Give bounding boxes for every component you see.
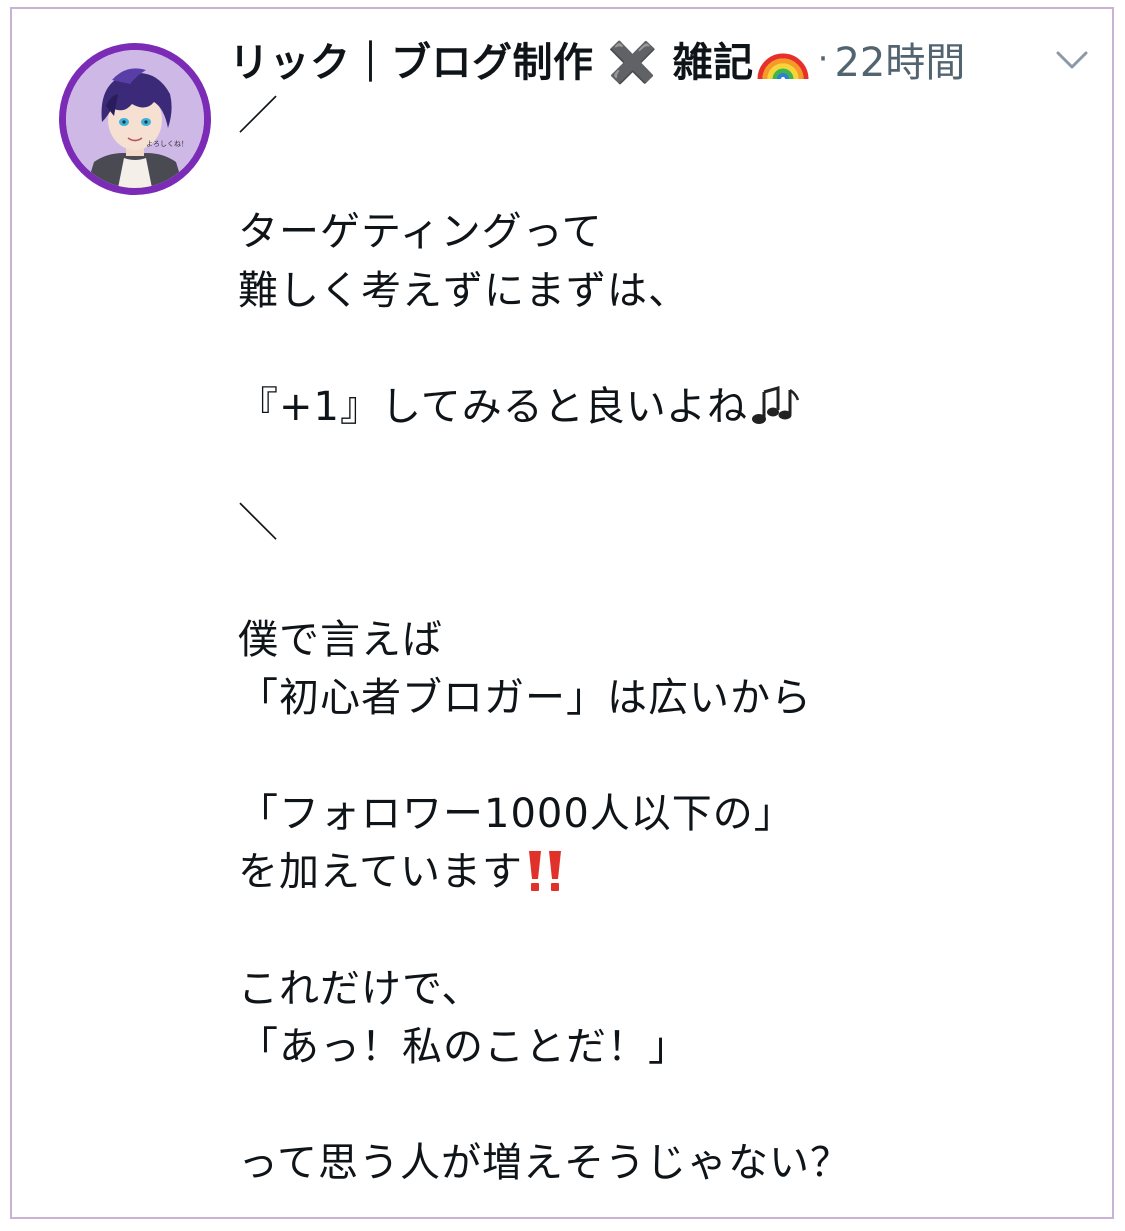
text-line: ＼: [238, 500, 279, 547]
text-line-with-emoji: を加えています: [238, 843, 1098, 901]
text-segment: を加えています: [238, 849, 523, 896]
text-line: 「初心者ブロガー」は広いから: [238, 674, 812, 721]
text-line: って思う人が増えそうじゃない？: [238, 1140, 851, 1187]
timestamp[interactable]: 22時間: [834, 30, 965, 88]
chevron-down-icon[interactable]: [1050, 43, 1094, 79]
text-line-with-emoji: 『+1』してみると良いよね: [238, 378, 1098, 436]
text-segment: 『+1』してみると良いよね: [238, 383, 748, 430]
tweet-card[interactable]: よろしくね！ リック｜ブログ制作 ✖️ 雑記 · 22時間 ／ ターゲティングっ…: [10, 7, 1114, 1219]
text-line: 難しく考えずにまずは、: [238, 267, 689, 314]
text-line: [238, 1076, 1098, 1134]
text-line: 「あっ！私のことだ！」: [238, 1024, 689, 1070]
text-line: [238, 145, 1098, 203]
text-line: [238, 902, 1098, 960]
text-line: [238, 727, 1098, 785]
display-name[interactable]: リック｜ブログ制作 ✖️ 雑記: [229, 30, 754, 88]
musical-notes-icon: [748, 384, 800, 444]
avatar-caption: よろしくね！: [146, 140, 188, 148]
text-line: ／: [238, 93, 279, 139]
avatar[interactable]: よろしくね！: [59, 43, 211, 195]
text-line: [238, 436, 1098, 494]
text-line: これだけで、: [238, 965, 483, 1012]
text-line: 「フォロワー1000人以下の」: [238, 791, 795, 838]
avatar-image: よろしくね！: [66, 50, 204, 188]
separator-dot: ·: [817, 39, 829, 79]
rainbow-icon: [756, 35, 810, 83]
tweet-header: リック｜ブログ制作 ✖️ 雑記 · 22時間: [229, 29, 965, 89]
text-line: [238, 320, 1098, 378]
double-exclamation-icon: [523, 849, 569, 909]
tweet-text: ／ ターゲティングって 難しく考えずにまずは、 『+1』してみると良いよね ＼ …: [238, 87, 1098, 1193]
text-line: [238, 553, 1098, 611]
text-line: 僕で言えば: [238, 616, 443, 663]
text-line: ターゲティングって: [238, 209, 603, 256]
